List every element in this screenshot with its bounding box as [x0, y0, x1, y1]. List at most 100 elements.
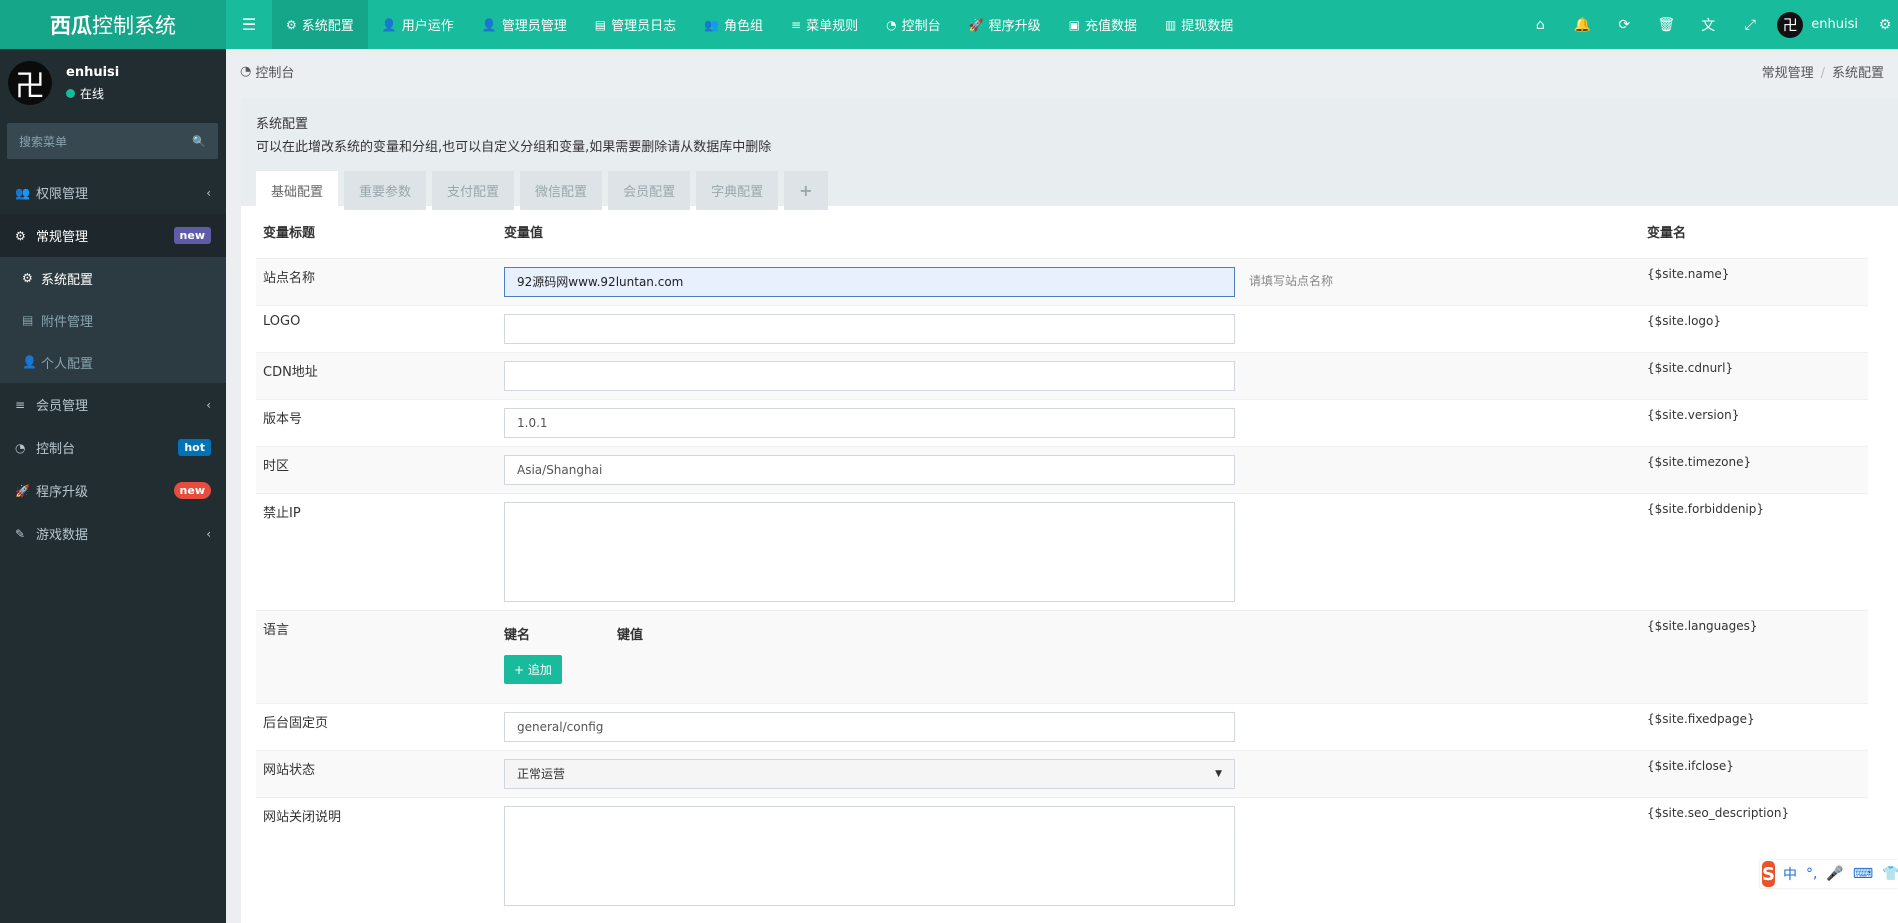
add-language-button[interactable]: + 追加	[504, 654, 562, 684]
home-icon[interactable]: ⌂	[1519, 17, 1561, 33]
language-icon[interactable]: 文	[1687, 15, 1729, 35]
tab-payment[interactable]: 支付配置	[432, 171, 515, 210]
topnav-withdraw[interactable]: ▥ 提现数据	[1151, 0, 1247, 49]
topnav-label: 角色组	[724, 19, 764, 34]
ime-punctuation[interactable]: °,	[1806, 866, 1817, 882]
cdn-url-input[interactable]	[504, 360, 1235, 391]
variable-name: {$site.languages}	[1640, 609, 1868, 703]
tab-member[interactable]: 会员配置	[608, 171, 691, 210]
sidebar: 卍 enhuisi 在线 搜索菜单 🔍 👥 权限管理 ‹ ⚙ 常规管理 new ⚙ 系统配…	[0, 49, 226, 923]
logo-input[interactable]	[504, 313, 1235, 344]
money-icon: ▣	[1068, 17, 1080, 32]
topnav-label: 用户运作	[401, 19, 454, 34]
header-username: enhuisi	[1811, 17, 1858, 32]
topnav-label: 管理员管理	[501, 19, 567, 34]
trash-icon[interactable]: 🗑	[1645, 17, 1687, 33]
sidebar-item-members[interactable]: ≡ 会员管理 ‹	[0, 383, 226, 426]
page-title: 控制台	[255, 65, 295, 81]
gear-icon: ⚙	[286, 17, 297, 32]
tab-dictionary[interactable]: 字典配置	[696, 171, 779, 210]
fullscreen-icon[interactable]: ⤢	[1729, 17, 1771, 33]
list-icon: ≡	[15, 397, 26, 412]
bell-icon[interactable]: 🔔	[1561, 17, 1603, 33]
search-menu-input[interactable]: 搜索菜单 🔍	[7, 123, 218, 159]
table-row: CDN地址 {$site.cdnurl}	[256, 351, 1868, 399]
topnav-label: 提现数据	[1181, 19, 1234, 34]
rocket-icon: 🚀	[968, 17, 984, 32]
header-user-menu[interactable]: 卍 enhuisi	[1771, 11, 1872, 38]
forbidden-ip-textarea[interactable]	[504, 501, 1235, 602]
user-icon: 👤	[381, 17, 397, 32]
logo-bold: 西瓜	[50, 13, 92, 38]
caret-down-icon: ▼	[1215, 768, 1222, 779]
status-text: 在线	[80, 86, 105, 101]
variable-name: {$site.ifclose}	[1640, 749, 1868, 797]
chevron-left-icon: ‹	[206, 526, 211, 541]
microphone-icon[interactable]: 🎤	[1826, 866, 1843, 882]
variable-name: {$site.cdnurl}	[1640, 351, 1868, 399]
topnav-dashboard[interactable]: ◔ 控制台	[872, 0, 955, 49]
row-title: LOGO	[256, 304, 497, 352]
tab-wechat[interactable]: 微信配置	[520, 171, 603, 210]
sidebar-item-general[interactable]: ⚙ 常规管理 new	[0, 214, 226, 257]
row-title: CDN地址	[256, 351, 497, 399]
topnav-upgrade[interactable]: 🚀 程序升级	[955, 0, 1055, 49]
topnav-role-group[interactable]: 👥 角色组	[690, 0, 777, 49]
dashboard-icon: ◔	[240, 63, 252, 79]
site-status-select[interactable]: 正常运营 ▼	[504, 758, 1235, 789]
add-tab-button[interactable]: +	[784, 171, 828, 210]
tab-important[interactable]: 重要参数	[344, 171, 427, 210]
ime-chinese-mode[interactable]: 中	[1783, 864, 1797, 884]
topnav-label: 控制台	[901, 19, 941, 34]
table-row: 版本号 1.0.1 {$site.version}	[256, 398, 1868, 446]
topnav-menu-rules[interactable]: ≡ 菜单规则	[777, 0, 872, 49]
sidebar-item-game-data[interactable]: ✎ 游戏数据 ‹	[0, 512, 226, 555]
sidebar-item-label: 会员管理	[36, 399, 89, 414]
logo-rest: 控制系统	[92, 13, 176, 38]
sidebar-item-permissions[interactable]: 👥 权限管理 ‹	[0, 171, 226, 214]
sidebar-item-dashboard[interactable]: ◔ 控制台 hot	[0, 426, 226, 469]
sidebar-item-label: 权限管理	[36, 187, 89, 202]
variable-name: {$site.fixedpage}	[1640, 702, 1868, 750]
tab-basic[interactable]: 基础配置	[256, 171, 339, 210]
site-name-input[interactable]: 92源码网www.92luntan.com	[504, 266, 1235, 297]
chevron-left-icon: ‹	[206, 185, 211, 200]
gear-icon[interactable]: ⚙	[1872, 17, 1898, 33]
variable-name: {$site.timezone}	[1640, 445, 1868, 493]
config-panel: 系统配置 可以在此增改系统的变量和分组,也可以自定义分组和变量,如果需要删除请从…	[241, 98, 1898, 923]
breadcrumb-separator: /	[1820, 65, 1825, 81]
variable-name: {$site.logo}	[1640, 304, 1868, 352]
breadcrumb-item[interactable]: 常规管理	[1762, 66, 1814, 81]
sidebar-subitem-system-config[interactable]: ⚙ 系统配置	[0, 257, 226, 299]
sidebar-username: enhuisi	[66, 64, 120, 80]
keyboard-icon[interactable]: ⌨	[1853, 866, 1873, 882]
row-title: 禁止IP	[256, 492, 497, 610]
version-input[interactable]: 1.0.1	[504, 407, 1235, 438]
close-description-textarea[interactable]	[504, 805, 1235, 906]
app-logo[interactable]: 西瓜 控制系统	[0, 0, 226, 49]
sidebar-toggle-icon[interactable]: ☰	[226, 0, 272, 49]
sidebar-subitem-attachments[interactable]: ▤ 附件管理	[0, 299, 226, 341]
topnav-admin-log[interactable]: ▤ 管理员日志	[581, 0, 690, 49]
table-row: 禁止IP {$site.forbiddenip}	[256, 492, 1868, 610]
group-icon: 👥	[704, 17, 720, 32]
content-header: ◔ 控制台 常规管理 / 系统配置	[226, 49, 1898, 93]
fixed-page-input[interactable]: general/config	[504, 711, 1235, 742]
topnav-admin-manage[interactable]: 👤 管理员管理	[468, 0, 581, 49]
sidebar-item-label: 系统配置	[41, 272, 94, 288]
user-icon: 👤	[22, 355, 37, 369]
ime-logo: S	[1762, 861, 1775, 887]
topnav-user-ops[interactable]: 👤 用户运作	[368, 0, 468, 49]
timezone-input[interactable]: Asia/Shanghai	[504, 454, 1235, 485]
sidebar-subitem-profile[interactable]: 👤 个人配置	[0, 341, 226, 383]
ime-toolbar[interactable]: S 中 °, 🎤 ⌨ 👕	[1760, 860, 1898, 888]
withdraw-icon: ▥	[1164, 17, 1177, 32]
search-icon[interactable]: 🔍	[192, 135, 206, 148]
sidebar-submenu: ⚙ 系统配置 ▤ 附件管理 👤 个人配置	[0, 257, 226, 383]
list-icon: ▤	[594, 17, 607, 32]
sidebar-item-upgrade[interactable]: 🚀 程序升级 new	[0, 469, 226, 512]
skin-icon[interactable]: 👕	[1882, 866, 1898, 882]
topnav-recharge[interactable]: ▣ 充值数据	[1055, 0, 1151, 49]
refresh-icon[interactable]: ⟳	[1603, 17, 1645, 33]
topnav-system-config[interactable]: ⚙ 系统配置	[272, 0, 368, 49]
